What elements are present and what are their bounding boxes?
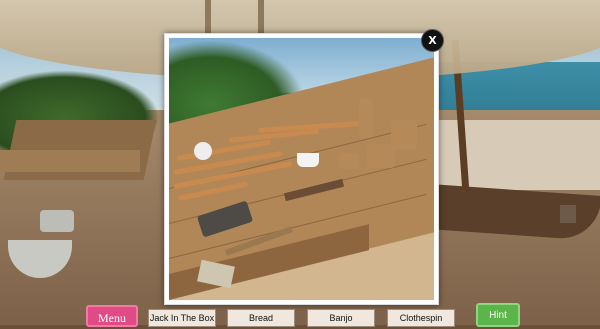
- background-jar: [40, 210, 74, 232]
- item-slot-jack-in-the-box[interactable]: Jack In The Box: [148, 309, 216, 327]
- background-bucket: [560, 205, 576, 223]
- bamboo-cup-object[interactable]: [359, 98, 373, 138]
- close-button[interactable]: X: [421, 29, 444, 52]
- hint-button[interactable]: Hint: [476, 303, 520, 327]
- zoom-popup: [164, 33, 439, 305]
- background-left-table-top: [0, 150, 140, 172]
- item-slot-clothespin[interactable]: Clothespin: [387, 309, 455, 327]
- jar-object[interactable]: [391, 120, 417, 150]
- teacup-object[interactable]: [297, 153, 319, 167]
- cup-object[interactable]: [339, 153, 359, 169]
- zoom-scene-image[interactable]: [169, 38, 434, 300]
- ball-object[interactable]: [194, 142, 212, 160]
- item-slot-banjo[interactable]: Banjo: [307, 309, 375, 327]
- menu-button[interactable]: Menu: [86, 305, 138, 327]
- item-slot-bread[interactable]: Bread: [227, 309, 295, 327]
- background-beach: [430, 120, 600, 190]
